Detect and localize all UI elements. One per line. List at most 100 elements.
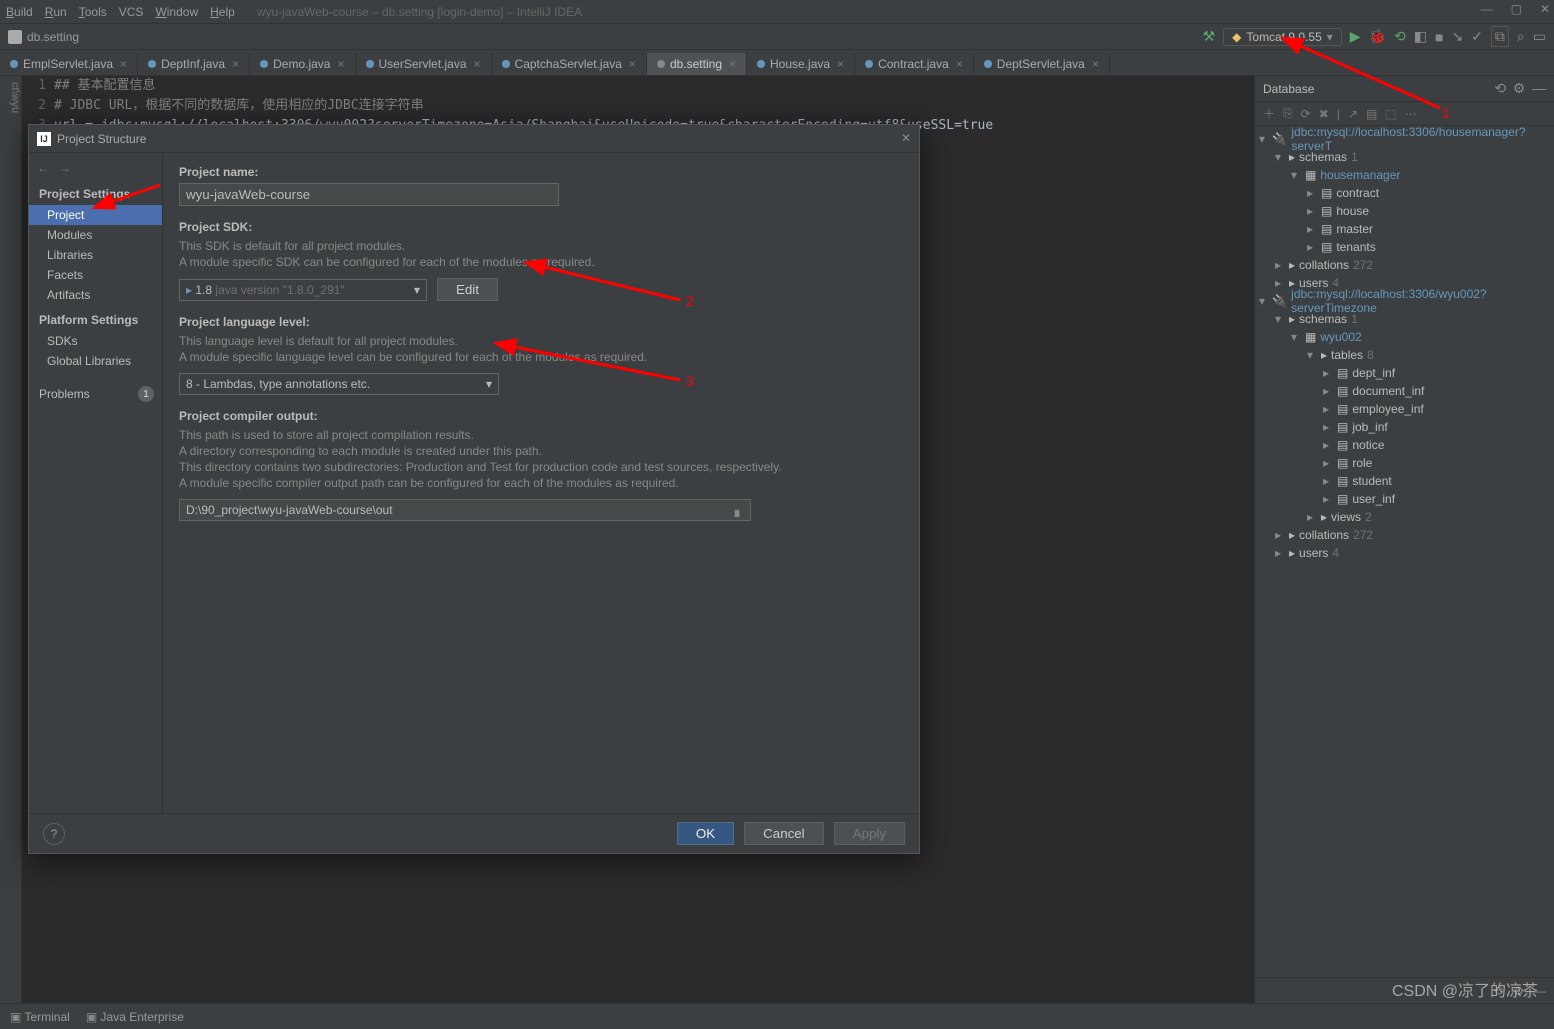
stop-icon[interactable]: ✖: [1319, 107, 1329, 121]
tab-DeptServlet-java[interactable]: DeptServlet.java×: [974, 53, 1110, 75]
minimize-icon[interactable]: —: [1481, 2, 1493, 16]
edit-sdk-button[interactable]: Edit: [437, 278, 498, 301]
sync-icon[interactable]: ⟲: [1494, 80, 1506, 96]
console-icon[interactable]: ▤: [1366, 107, 1377, 121]
gear-icon[interactable]: ⚙: [1513, 80, 1526, 96]
toolbar-icon[interactable]: ▭: [1533, 28, 1546, 45]
close-tab-icon[interactable]: ×: [1092, 57, 1099, 71]
hide-icon[interactable]: —: [1532, 80, 1546, 96]
collations-1[interactable]: ▸▸ collations 272: [1259, 256, 1550, 274]
apply-button[interactable]: Apply: [834, 822, 905, 845]
paste-icon[interactable]: ⎘: [1283, 106, 1293, 121]
close-tab-icon[interactable]: ×: [232, 57, 239, 71]
sidebar-item-project[interactable]: Project: [29, 205, 162, 225]
close-tab-icon[interactable]: ×: [120, 57, 127, 71]
maximize-icon[interactable]: ▢: [1511, 2, 1522, 16]
close-tab-icon[interactable]: ×: [337, 57, 344, 71]
sidebar-item-facets[interactable]: Facets: [29, 265, 162, 285]
table-user_inf[interactable]: ▸▤ user_inf: [1259, 490, 1550, 508]
close-tab-icon[interactable]: ×: [729, 57, 736, 71]
table-contract[interactable]: ▸▤ contract: [1259, 184, 1550, 202]
menu-help[interactable]: Help: [210, 5, 235, 19]
schema-wyu002[interactable]: ▾▦ wyu002: [1259, 328, 1550, 346]
build-icon[interactable]: ⚒: [1203, 28, 1216, 45]
database-tree[interactable]: ▾🔌 jdbc:mysql://localhost:3306/housemana…: [1255, 126, 1554, 977]
menu-window[interactable]: Window: [155, 5, 198, 19]
menu-vcs[interactable]: VCS: [119, 5, 144, 19]
project-sdk-select[interactable]: ▸ 1.8 java version "1.8.0_291"▾: [179, 279, 427, 301]
terminal-tab[interactable]: ▣ Terminal: [10, 1010, 70, 1024]
run-icon[interactable]: ▶: [1350, 28, 1361, 45]
datasource-1[interactable]: ▾🔌 jdbc:mysql://localhost:3306/housemana…: [1259, 130, 1550, 148]
tables-2[interactable]: ▾▸ tables 8: [1259, 346, 1550, 364]
jump-icon[interactable]: ↗: [1348, 107, 1358, 121]
table-house[interactable]: ▸▤ house: [1259, 202, 1550, 220]
close-tab-icon[interactable]: ×: [629, 57, 636, 71]
menu-run[interactable]: Run: [45, 5, 67, 19]
language-level-select[interactable]: 8 - Lambdas, type annotations etc.▾: [179, 373, 499, 395]
ok-button[interactable]: OK: [677, 822, 734, 845]
add-icon[interactable]: ＋: [1263, 105, 1275, 122]
close-tab-icon[interactable]: ×: [474, 57, 481, 71]
tab-db-setting[interactable]: db.setting×: [647, 53, 747, 75]
sidebar-item-problems[interactable]: Problems1: [29, 383, 162, 405]
table-document_inf[interactable]: ▸▤ document_inf: [1259, 382, 1550, 400]
table-dept_inf[interactable]: ▸▤ dept_inf: [1259, 364, 1550, 382]
tab-House-java[interactable]: House.java×: [747, 53, 855, 75]
menu-tools[interactable]: Tools: [79, 5, 107, 19]
sidebar-item-libraries[interactable]: Libraries: [29, 245, 162, 265]
browse-icon[interactable]: ▖: [735, 503, 744, 517]
menu-build[interactable]: Build: [6, 5, 33, 19]
sidebar-item-modules[interactable]: Modules: [29, 225, 162, 245]
tab-UserServlet-java[interactable]: UserServlet.java×: [356, 53, 492, 75]
sidebar-item-sdks[interactable]: SDKs: [29, 331, 162, 351]
close-icon[interactable]: ✕: [901, 131, 911, 145]
stop-icon[interactable]: ■: [1435, 29, 1443, 45]
coverage-icon[interactable]: ⟲: [1394, 28, 1406, 45]
table-employee_inf[interactable]: ▸▤ employee_inf: [1259, 400, 1550, 418]
table-job_inf[interactable]: ▸▤ job_inf: [1259, 418, 1550, 436]
table-icon: ▤: [1321, 204, 1332, 218]
dialog-footer: ? OK Cancel Apply: [29, 813, 919, 853]
schema-housemanager[interactable]: ▾▦ housemanager: [1259, 166, 1550, 184]
sidebar-item-global-libraries[interactable]: Global Libraries: [29, 351, 162, 371]
navigation-bar: db.setting ⚒ ◆Tomcat 9.0.55▾ ▶ 🐞 ⟲ ◧ ■ ↘…: [0, 24, 1554, 50]
compiler-output-input[interactable]: D:\90_project\wyu-javaWeb-course\out▖: [179, 499, 751, 521]
collations-2[interactable]: ▸▸ collations 272: [1259, 526, 1550, 544]
structure-icon[interactable]: ⧉: [1491, 26, 1509, 47]
close-tab-icon[interactable]: ×: [837, 57, 844, 71]
commit-icon[interactable]: ✓: [1471, 28, 1483, 45]
back-icon[interactable]: ←: [37, 161, 49, 175]
close-tab-icon[interactable]: ×: [956, 57, 963, 71]
breadcrumb[interactable]: db.setting: [8, 30, 79, 44]
tab-EmplServlet-java[interactable]: EmplServlet.java×: [0, 53, 138, 75]
help-icon[interactable]: ?: [43, 823, 65, 845]
table-tenants[interactable]: ▸▤ tenants: [1259, 238, 1550, 256]
views-2[interactable]: ▸▸ views 2: [1259, 508, 1550, 526]
update-icon[interactable]: ↘: [1451, 28, 1463, 45]
more-icon[interactable]: ⋯: [1405, 107, 1417, 121]
search-icon[interactable]: ⌕: [1517, 28, 1525, 45]
java-enterprise-tab[interactable]: ▣ Java Enterprise: [86, 1010, 184, 1024]
profiler-icon[interactable]: ◧: [1414, 28, 1427, 45]
cancel-button[interactable]: Cancel: [744, 822, 824, 845]
table-notice[interactable]: ▸▤ notice: [1259, 436, 1550, 454]
dialog-content: Project name: Project SDK: This SDK is d…: [163, 153, 919, 813]
tab-DeptInf-java[interactable]: DeptInf.java×: [138, 53, 250, 75]
table-role[interactable]: ▸▤ role: [1259, 454, 1550, 472]
project-name-input[interactable]: [179, 183, 559, 206]
users-2[interactable]: ▸▸ users 4: [1259, 544, 1550, 562]
run-config-select[interactable]: ◆Tomcat 9.0.55▾: [1223, 28, 1342, 46]
tab-Contract-java[interactable]: Contract.java×: [855, 53, 974, 75]
diff-icon[interactable]: ⬚: [1385, 107, 1396, 121]
close-window-icon[interactable]: ✕: [1540, 2, 1550, 16]
forward-icon[interactable]: →: [59, 161, 71, 175]
tab-CaptchaServlet-java[interactable]: CaptchaServlet.java×: [492, 53, 647, 75]
tab-Demo-java[interactable]: Demo.java×: [250, 53, 355, 75]
debug-icon[interactable]: 🐞: [1369, 28, 1386, 45]
table-master[interactable]: ▸▤ master: [1259, 220, 1550, 238]
table-student[interactable]: ▸▤ student: [1259, 472, 1550, 490]
datasource-2[interactable]: ▾🔌 jdbc:mysql://localhost:3306/wyu002?se…: [1259, 292, 1550, 310]
refresh-icon[interactable]: ⟳: [1301, 107, 1311, 121]
sidebar-item-artifacts[interactable]: Artifacts: [29, 285, 162, 305]
